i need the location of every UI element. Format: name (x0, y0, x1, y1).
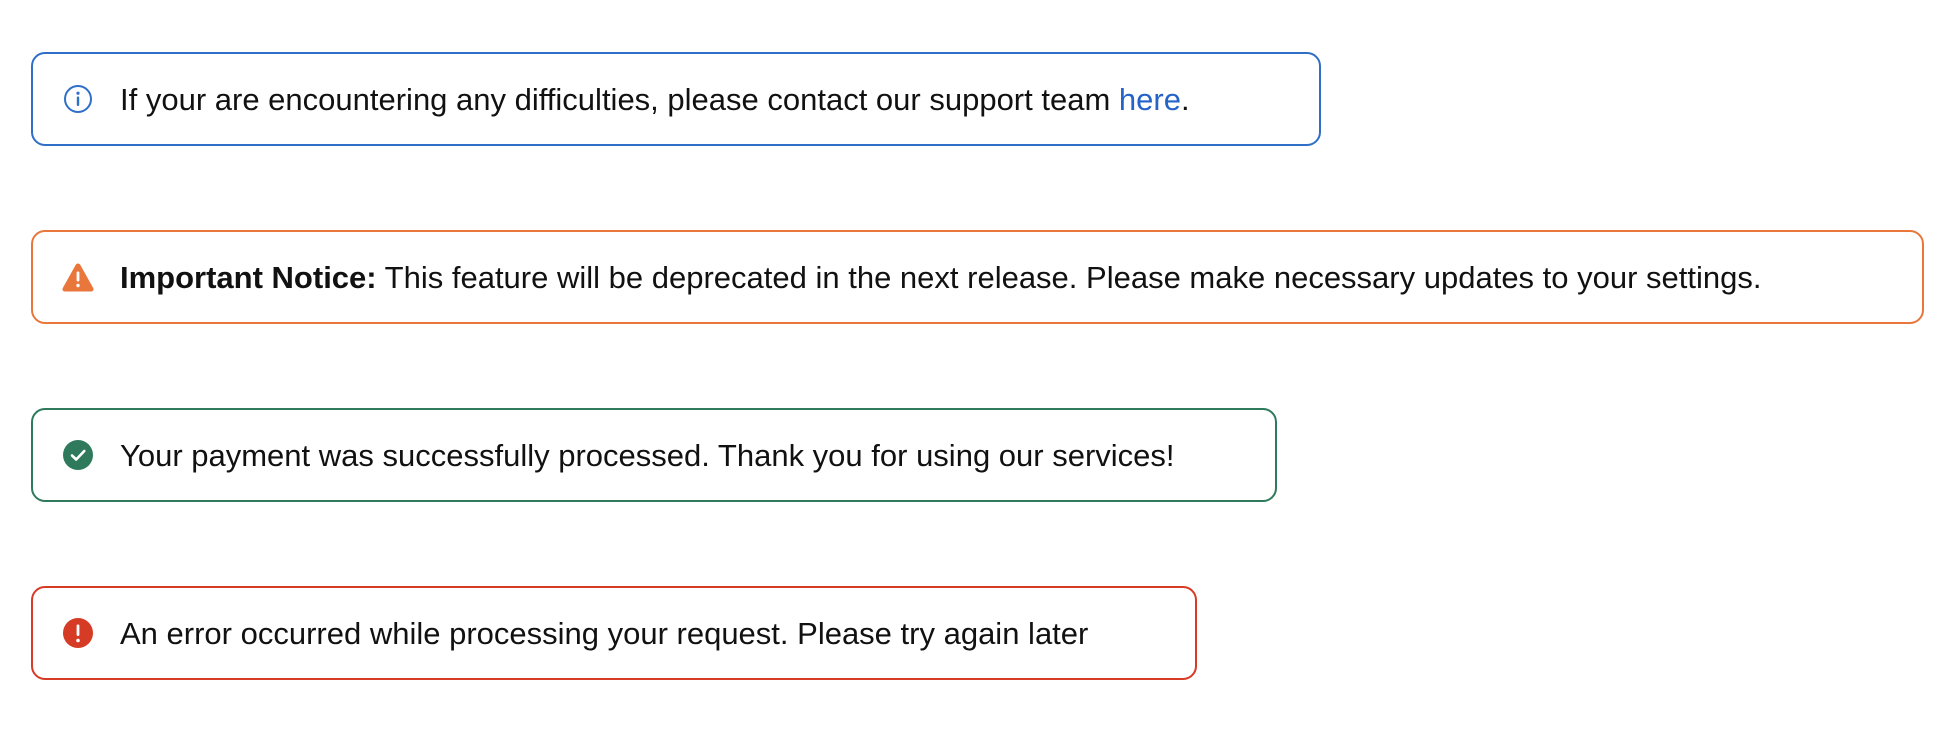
support-link[interactable]: here (1119, 82, 1181, 117)
exclamation-circle-icon (61, 616, 95, 650)
error-alert: An error occurred while processing your … (31, 586, 1197, 680)
warning-alert: Important Notice: This feature will be d… (31, 230, 1924, 324)
info-alert-text-end: . (1180, 81, 1190, 117)
info-alert-message: If your are encountering any difficultie… (120, 84, 1190, 115)
info-alert-text: If your are encountering any difficultie… (120, 81, 1119, 117)
warning-alert-message: Important Notice: This feature will be d… (120, 262, 1762, 293)
check-circle-icon (61, 438, 95, 472)
success-alert: Your payment was successfully processed.… (31, 408, 1277, 502)
info-circle-icon (61, 82, 95, 116)
error-alert-text: An error occurred while processing your … (120, 615, 1089, 651)
warning-alert-title: Important Notice: (120, 259, 377, 295)
info-alert: If your are encountering any difficultie… (31, 52, 1321, 146)
success-alert-text: Your payment was successfully processed.… (120, 437, 1175, 473)
warning-triangle-icon (61, 260, 95, 294)
warning-alert-text: This feature will be deprecated in the n… (376, 259, 1762, 295)
